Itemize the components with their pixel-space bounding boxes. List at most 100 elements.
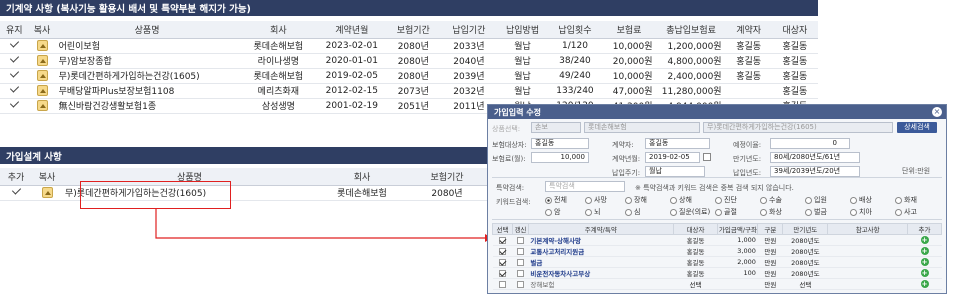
rider-row[interactable]: 벌금 홍길동 2,000 만원 2080년도 + [492,256,942,268]
rider-row[interactable]: 기본계약-상해사망 홍길동 1,000 만원 2080년도 + [492,234,942,246]
contract-row[interactable]: 무)암보장종합 라이나생명 2020-01-01 2080년 2040년 월납 38/240… [0,53,818,69]
rider-row[interactable]: 장해보험 선택 만원 선택 + [492,278,942,290]
keyword-radio[interactable]: 배상 [850,195,872,205]
select-checkbox[interactable] [492,245,513,257]
radio-icon [585,208,592,216]
detail-search-button[interactable]: 상세검색 [897,122,937,133]
rider-year[interactable]: 2080년도 [782,267,828,279]
pay-count: 1/120 [548,38,602,54]
keyword-radio[interactable]: 화재 [895,195,917,205]
rider-amount[interactable]: 3,000 [717,245,758,257]
keyword-radio[interactable]: 입원 [805,195,827,205]
select-checkbox[interactable] [492,234,513,246]
keyword-radio[interactable]: 치아 [850,207,872,217]
rider-year[interactable]: 2080년도 [782,245,828,257]
rider-target[interactable]: 홍길동 [673,245,718,257]
rider-amount[interactable]: 100 [717,267,758,279]
add-rider-button[interactable]: + [907,234,942,246]
col-contractor: 계약자 [725,21,772,39]
keyword-radio[interactable]: 사망 [585,195,607,205]
select-checkbox[interactable] [492,256,513,268]
select-checkbox[interactable] [492,267,513,279]
keyword-label-text: 진단 [724,196,737,204]
add-rider-button[interactable]: + [907,256,942,268]
rider-year[interactable]: 2080년도 [782,256,828,268]
keep-checkbox[interactable] [0,38,29,54]
copy-button[interactable] [32,185,62,201]
keyword-radio[interactable]: 화상 [760,207,782,217]
col-rider: 주계약/특약 [527,223,674,235]
add-rider-button[interactable]: + [907,245,942,257]
rider-search-input[interactable]: 특약검색 [545,181,625,192]
renew-checkbox[interactable] [512,256,529,268]
insured: 홍길동 [771,68,818,84]
copy-button[interactable] [28,83,56,99]
pay-term-select[interactable]: 39세/2039년도/20년 [770,166,860,177]
keep-checkbox[interactable] [0,53,29,69]
keyword-radio[interactable]: 사고 [895,207,917,217]
col-term: 보험기간 [385,21,442,39]
insurer-type-select[interactable]: 손보 [531,122,581,133]
pay-cycle-select[interactable]: 월납 [645,166,705,177]
keyword-radio[interactable]: 수술 [760,195,782,205]
rider-target[interactable]: 홍길동 [673,267,718,279]
rider-amount[interactable] [717,278,758,290]
contract-date-input[interactable]: 2019-02-05 [645,152,700,163]
insured-select[interactable]: 홍길동 [531,138,589,149]
keyword-label-text: 치아 [859,208,872,216]
keep-checkbox[interactable] [0,83,29,99]
add-rider-button[interactable]: + [907,267,942,279]
keep-checkbox[interactable] [0,68,29,84]
plus-icon: + [920,280,929,288]
keyword-radio[interactable]: 전체 [545,195,567,205]
premium-input[interactable]: 10,000 [531,152,589,163]
renew-checkbox[interactable] [512,267,529,279]
maturity-select[interactable]: 80세/2080년도/61년 [770,152,860,163]
keyword-radio[interactable]: 진단 [715,195,737,205]
keyword-radio[interactable]: 상해 [670,195,692,205]
rider-target[interactable]: 홍길동 [673,256,718,268]
rider-target[interactable]: 선택 [673,278,718,290]
close-icon[interactable]: × [932,107,942,117]
radio-icon [715,196,722,204]
rider-row[interactable]: 교통사고처리지원금 홍길동 3,000 만원 2080년도 + [492,245,942,257]
contract-row[interactable]: 무배당알파Plus보장보험1108 메리츠화재 2012-02-15 2073년 203… [0,83,818,99]
col-add: 추가 [907,223,942,235]
renew-checkbox[interactable] [512,234,529,246]
copy-button[interactable] [28,98,56,114]
renew-checkbox[interactable] [512,245,529,257]
rider-note [827,267,908,279]
check-icon [10,70,19,79]
copy-button[interactable] [28,68,56,84]
plan-title-text: 가입설계 사항 [6,151,62,163]
keyword-radio[interactable]: 심 [625,207,640,217]
keyword-radio[interactable]: 벌금 [805,207,827,217]
insurer-select[interactable]: 롯데손해보험 [584,122,700,133]
rider-amount[interactable]: 1,000 [717,234,758,246]
contract-row[interactable]: 어린이보험 롯데손해보험 2023-02-01 2080년 2033년 월납 1/120 10… [0,38,818,54]
contractor-select[interactable]: 홍길동 [645,138,710,149]
expect-rate-input[interactable]: 0 [770,138,850,149]
keyword-radio[interactable]: 골절 [715,207,737,217]
rider-target[interactable]: 홍길동 [673,234,718,246]
select-checkbox[interactable] [492,278,513,290]
calendar-icon[interactable] [703,153,711,161]
add-rider-button[interactable]: + [907,278,942,290]
plan-row[interactable]: 무)롯데간편하게가입하는건강(1605) 롯데손해보험 2080년 [0,185,487,201]
rider-row[interactable]: 비운전자동차사고부상 홍길동 100 만원 2080년도 + [492,267,942,279]
copy-button[interactable] [28,53,56,69]
rider-year[interactable]: 2080년도 [782,234,828,246]
product-select[interactable]: 무)롯데간편하게가입하는건강(1605) [703,122,893,133]
col-term: 보험기간 [407,168,487,186]
keyword-radio[interactable]: 질운(의료) [670,207,710,217]
keyword-radio[interactable]: 장해 [625,195,647,205]
add-checkbox[interactable] [0,185,32,201]
copy-button[interactable] [28,38,56,54]
keyword-radio[interactable]: 암 [545,207,560,217]
keep-checkbox[interactable] [0,98,29,114]
contract-row[interactable]: 무)롯데간편하게가입하는건강(1605) 롯데손해보험 2019-02-05 2080… [0,68,818,84]
rider-year[interactable]: 선택 [782,278,828,290]
renew-checkbox[interactable] [512,278,529,290]
keyword-radio[interactable]: 뇌 [585,207,600,217]
rider-amount[interactable]: 2,000 [717,256,758,268]
